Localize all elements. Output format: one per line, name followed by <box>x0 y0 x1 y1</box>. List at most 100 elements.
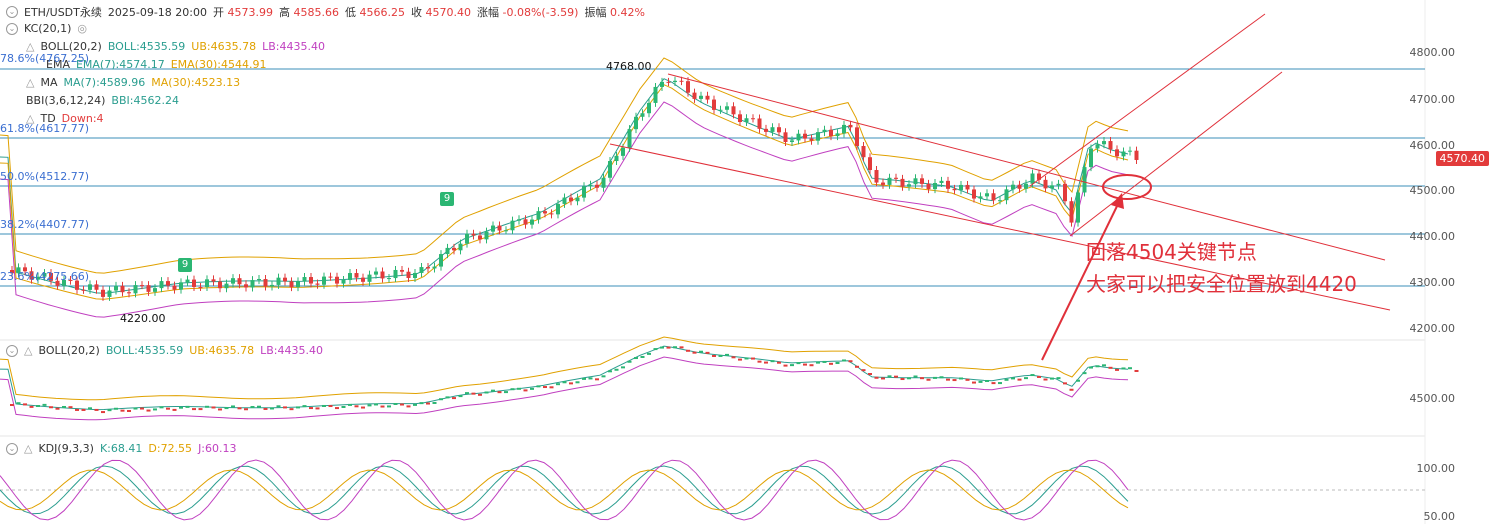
boll-pane-header[interactable]: ⌄ △ BOLL(20,2) BOLL:4535.59 UB:4635.78 L… <box>6 344 323 357</box>
mini-candle <box>699 350 703 353</box>
mini-candle <box>796 362 801 365</box>
candle-body <box>1050 185 1054 189</box>
mini-candle <box>127 409 131 412</box>
mini-candle <box>1069 388 1074 391</box>
candle-body <box>718 109 723 111</box>
mini-candle <box>543 386 547 389</box>
rising-lower-line[interactable] <box>1069 71 1283 237</box>
candle-body <box>328 276 333 278</box>
bell-icon[interactable]: △ <box>24 442 32 455</box>
candle-body <box>913 178 918 185</box>
rising-upper-line[interactable] <box>1029 13 1266 187</box>
kdj-pane-header[interactable]: ⌄ △ KDJ(9,3,3) K:68.41 D:72.55 J:60.13 <box>6 442 237 455</box>
mini-candle <box>608 370 612 373</box>
candle-body <box>1056 183 1061 186</box>
mini-candle <box>10 403 14 406</box>
candle-body <box>1069 201 1074 223</box>
candle-body <box>107 290 112 297</box>
mini-candle <box>68 406 73 409</box>
candle-body <box>725 106 729 110</box>
chevron-down-icon[interactable]: ⌄ <box>6 6 18 18</box>
indicator-bbi[interactable]: BBI(3,6,12,24) BBI:4562.24 <box>26 94 179 107</box>
bell-icon[interactable]: △ <box>24 344 32 357</box>
candle-body <box>647 102 651 114</box>
mini-candle <box>790 364 794 367</box>
candle-body <box>484 231 489 240</box>
mini-candle <box>1076 379 1080 382</box>
mini-candle <box>1121 367 1126 370</box>
boll-pane-lb: LB:4435.40 <box>260 344 323 357</box>
mini-candle <box>179 406 183 409</box>
key-node-ellipse[interactable] <box>1102 174 1152 200</box>
mini-candle <box>666 346 671 349</box>
mini-candle <box>1024 377 1028 380</box>
mini-candle <box>985 379 989 382</box>
candle-body <box>855 127 859 146</box>
mini-candle <box>231 405 235 408</box>
candle-body <box>504 230 508 232</box>
mini-candle <box>777 361 781 364</box>
mini-candle <box>998 382 1002 385</box>
mini-candle <box>205 405 209 408</box>
indicator-line <box>0 57 1129 274</box>
channel-upper-line[interactable] <box>667 73 1386 261</box>
candle-body <box>289 281 294 288</box>
mini-candle <box>16 402 21 405</box>
mini-candle <box>107 409 112 412</box>
candle-body <box>432 266 437 269</box>
chevron-down-icon[interactable]: ⌄ <box>6 22 18 35</box>
candle-body <box>250 280 255 288</box>
mini-candle <box>367 404 372 407</box>
candle-body <box>140 285 144 287</box>
candle-body <box>530 219 534 225</box>
candle-body <box>179 282 183 290</box>
chevron-down-icon[interactable]: ⌄ <box>6 442 18 455</box>
indicator-line <box>0 84 1129 300</box>
price-tick: 4200.00 <box>1409 322 1456 335</box>
candle-body <box>829 129 833 137</box>
mini-candle <box>159 406 164 409</box>
mini-candle <box>172 408 177 411</box>
annotation-line-1[interactable]: 回落4504关键节点 <box>1086 238 1257 266</box>
mini-candle <box>224 407 229 410</box>
candle-body <box>88 284 92 290</box>
candle-body <box>348 273 352 280</box>
mini-candle <box>868 373 872 376</box>
mini-candle <box>575 381 580 384</box>
mini-candle <box>556 383 560 386</box>
candle-body <box>1102 141 1106 145</box>
candle-body <box>699 95 703 99</box>
bell-icon[interactable]: △ <box>26 76 34 89</box>
candle-body <box>296 281 300 288</box>
candle-body <box>653 86 658 103</box>
mini-candle <box>926 378 931 381</box>
eye-icon[interactable]: ◎ <box>77 22 87 35</box>
boll-pane-label: BOLL(20,2) <box>38 344 100 357</box>
candle-body <box>900 178 905 187</box>
mini-candle <box>426 402 430 405</box>
mini-candle <box>42 403 47 406</box>
candle-body <box>738 114 742 123</box>
fib-label-382: 38.2%(4407.77) <box>0 218 90 231</box>
candle-body <box>510 220 515 231</box>
mini-candle <box>536 385 541 388</box>
mini-candle <box>647 352 651 355</box>
annotation-line-2[interactable]: 大家可以把安全位置放到4420 <box>1086 270 1357 298</box>
candle-body <box>764 128 768 132</box>
mini-candle <box>296 406 300 409</box>
fib-label-236: 23.6%(4275.66) <box>0 270 90 283</box>
price-tick: 4400.00 <box>1409 230 1456 243</box>
candle-body <box>634 116 638 130</box>
mini-candle <box>283 406 287 409</box>
candle-body <box>1030 173 1035 184</box>
candle-body <box>640 113 645 117</box>
candle-body <box>406 271 411 278</box>
symbol-label[interactable]: ETH/USDT永续 <box>24 4 102 20</box>
chevron-down-icon[interactable]: ⌄ <box>6 344 18 357</box>
indicator-ma[interactable]: △ MA MA(7):4589.96 MA(30):4523.13 <box>6 76 240 89</box>
mini-candle <box>1056 377 1061 380</box>
kdj-k-value: K:68.41 <box>99 442 143 455</box>
candle-body <box>127 292 131 294</box>
candle-body <box>972 189 976 199</box>
indicator-kc[interactable]: ⌄ KC(20,1) ◎ <box>6 22 87 35</box>
